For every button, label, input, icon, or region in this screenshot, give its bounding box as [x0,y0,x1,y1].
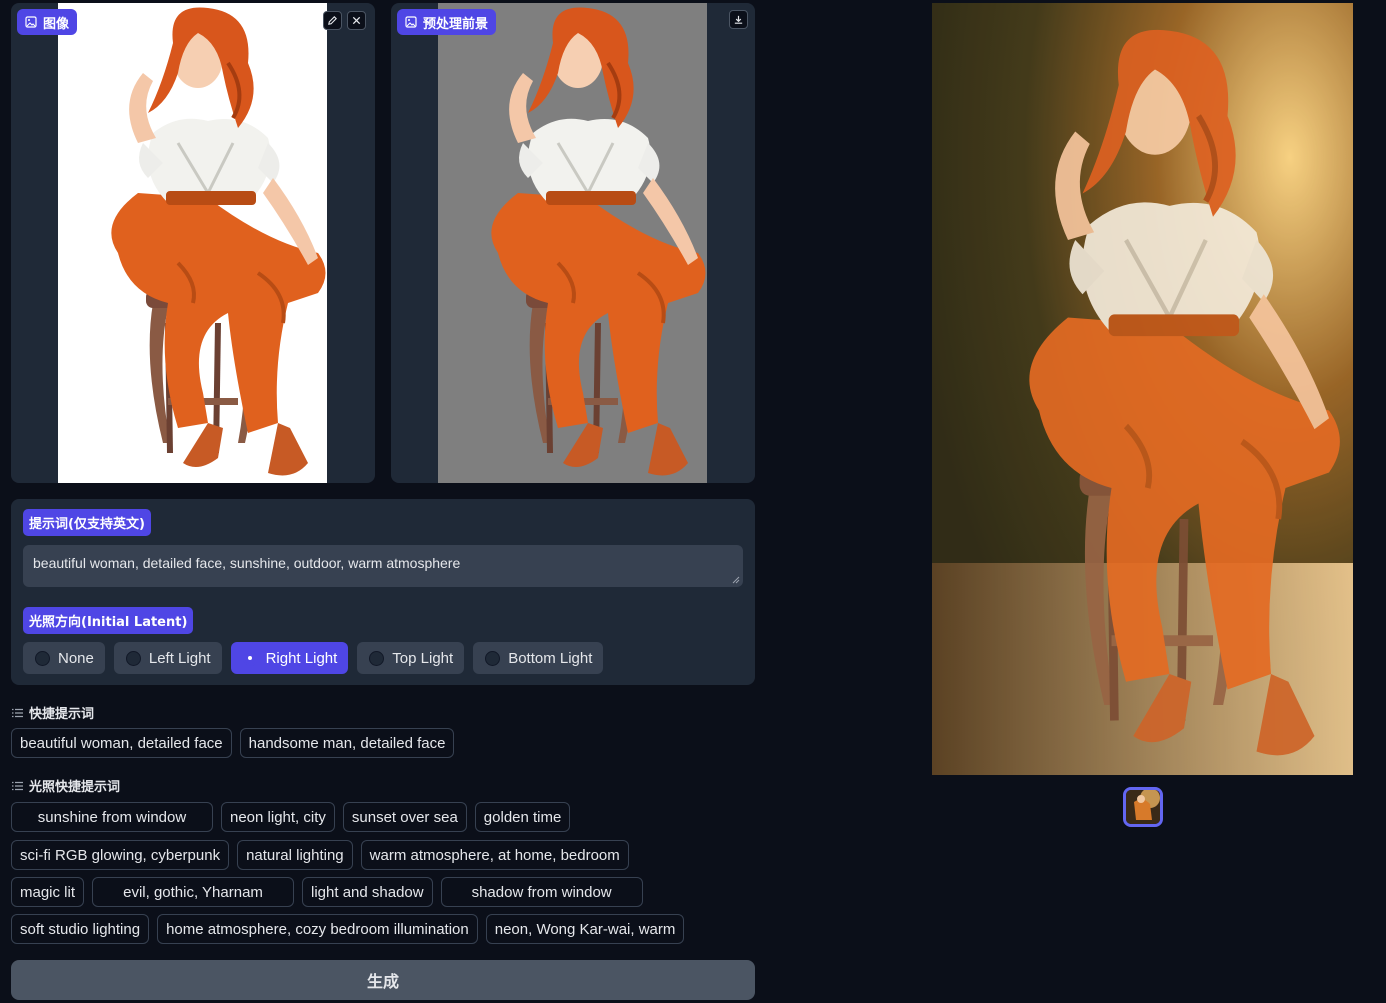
quick-prompts-heading: 快捷提示词 [12,703,94,722]
lighting-prompts-row-4: soft studio lighting home atmosphere, co… [11,914,685,944]
lighting-prompt-chip[interactable]: evil, gothic, Yharnam [92,877,295,907]
edit-button[interactable] [323,11,342,30]
lighting-prompt-chip[interactable]: sci-fi RGB glowing, cyberpunk [11,840,230,870]
lighting-prompt-chip[interactable]: sunshine from window [11,802,213,832]
preprocessed-foreground-panel: 预处理前景 [391,3,755,483]
radio-label: Bottom Light [508,649,593,667]
radio-none[interactable]: None [23,642,105,674]
lighting-prompt-chip[interactable]: shadow from window [440,877,643,907]
radio-label: None [58,649,94,667]
radio-label: Top Light [392,649,454,667]
generate-button[interactable]: 生成 [11,960,755,1000]
pencil-icon [328,16,337,25]
lighting-prompts-row-3: magic lit evil, gothic, Yharnam light an… [11,877,643,907]
input-figure-image [58,3,327,483]
image-icon [405,16,417,28]
result-thumbnail[interactable] [1123,787,1163,827]
lighting-prompt-chip[interactable]: home atmosphere, cozy bedroom illuminati… [157,914,478,944]
quick-prompts-title: 快捷提示词 [29,707,95,722]
result-figure-image [932,3,1353,775]
lighting-prompt-chip[interactable]: sunset over sea [342,802,467,832]
image-icon [25,16,37,28]
lighting-quick-prompts-title: 光照快捷提示词 [29,780,121,795]
radio-dot [369,650,385,666]
quick-prompt-chip[interactable]: handsome man, detailed face [239,728,455,758]
preprocessed-image-canvas [438,3,707,483]
prompt-lighting-section: 提示词(仅支持英文) beautiful woman, detailed fac… [11,499,755,685]
lighting-prompt-chip[interactable]: light and shadow [302,877,433,907]
radio-label: Right Light [265,649,338,667]
list-icon [12,781,23,790]
radio-dot [35,650,50,666]
preprocessed-label: 预处理前景 [423,16,489,32]
lighting-prompt-chip[interactable]: neon, Wong Kar-wai, warm [485,914,685,944]
input-image-canvas [58,3,327,483]
download-button[interactable] [729,10,748,29]
input-image-panel[interactable]: 图像 [11,3,375,483]
lighting-prompt-chip[interactable]: warm atmosphere, at home, bedroom [360,840,629,870]
lighting-prompt-chip[interactable]: soft studio lighting [11,914,150,944]
prompt-text: beautiful woman, detailed face, sunshine… [33,555,461,571]
lighting-prompts-row-2: sci-fi RGB glowing, cyberpunk natural li… [11,840,629,870]
prompt-textarea[interactable]: beautiful woman, detailed face, sunshine… [23,545,743,587]
radio-label: Left Light [148,649,211,667]
radio-dot-selected [242,650,258,666]
list-icon [12,708,23,717]
lighting-prompt-chip[interactable]: magic lit [11,877,85,907]
lighting-prompt-chip[interactable]: natural lighting [237,840,353,870]
radio-dot [485,650,501,666]
quick-prompt-chip[interactable]: beautiful woman, detailed face [11,728,232,758]
result-image[interactable] [932,3,1353,775]
prompt-label: 提示词(仅支持英文) [23,509,151,536]
radio-left-light[interactable]: Left Light [113,642,222,674]
lighting-prompt-chip[interactable]: neon light, city [221,802,335,832]
lighting-direction-radio-group: None Left Light Right Light Top Light Bo… [23,642,604,674]
radio-dot [125,650,141,666]
lighting-direction-label: 光照方向(Initial Latent) [23,607,194,634]
lighting-prompts-row-1: sunshine from window neon light, city su… [11,802,571,832]
clear-image-button[interactable] [347,11,366,30]
lighting-prompt-chip[interactable]: golden time [474,802,571,832]
close-icon [352,16,361,25]
download-icon [734,15,743,24]
radio-top-light[interactable]: Top Light [357,642,465,674]
input-image-label: 图像 [43,16,70,32]
lighting-quick-prompts-heading: 光照快捷提示词 [12,776,120,795]
preprocessed-badge: 预处理前景 [397,9,497,35]
radio-right-light[interactable]: Right Light [230,642,349,674]
thumbnail-image [1126,790,1160,824]
quick-prompts-row: beautiful woman, detailed face handsome … [11,728,455,758]
preprocessed-figure-image [438,3,707,483]
input-image-badge: 图像 [17,9,78,35]
resize-handle-icon[interactable] [732,576,740,584]
radio-bottom-light[interactable]: Bottom Light [473,642,604,674]
